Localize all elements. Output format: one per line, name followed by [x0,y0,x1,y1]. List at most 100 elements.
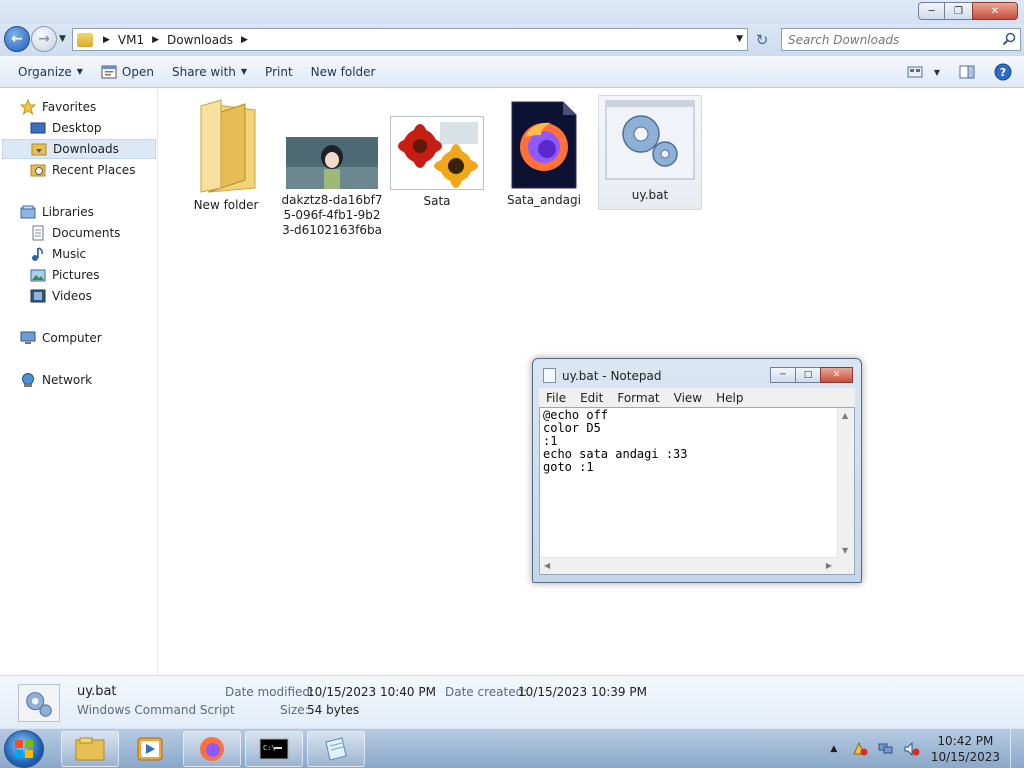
preview-pane-button[interactable] [952,60,982,84]
print-button[interactable]: Print [256,60,302,84]
breadcrumb-separator-icon[interactable]: ▶ [237,35,252,45]
nav-downloads[interactable]: Downloads [2,139,156,159]
file-label: Sata_andagi [507,193,581,207]
explorer-title-bar: ─ ❐ ✕ [0,0,1024,24]
file-item-sata[interactable]: Sata [385,116,489,209]
file-item-sata-andagi[interactable]: Sata_andagi [492,101,596,208]
volume-muted-icon[interactable] [903,740,921,758]
preview-pane-icon [959,65,975,79]
notepad-close-button[interactable]: ✕ [820,367,853,383]
search-box[interactable] [781,28,1021,51]
nav-network[interactable]: Network [2,370,156,390]
organize-button[interactable]: Organize ▼ [9,60,92,84]
search-input[interactable] [788,32,988,47]
taskbar: C:\ ▲ 10:42 PM 10/15/2023 [0,728,1024,768]
taskbar-clock[interactable]: 10:42 PM 10/15/2023 [931,733,1000,765]
notepad-icon [325,737,347,761]
restore-button[interactable]: ❐ [944,2,973,20]
taskbar-notepad-button[interactable] [307,731,365,767]
breadcrumb-vm1[interactable]: VM1 [114,33,148,47]
menu-view[interactable]: View [667,391,709,405]
notepad-maximize-button[interactable]: □ [795,367,821,383]
nav-pictures[interactable]: Pictures [2,265,156,285]
nav-favorites[interactable]: Favorites [2,97,156,117]
chevron-down-icon: ▼ [240,67,248,76]
window-controls: ─ ❐ ✕ [918,2,1018,20]
nav-music[interactable]: Music [2,244,156,264]
taskbar-explorer-button[interactable] [61,731,119,767]
scroll-up-icon[interactable]: ▲ [842,411,848,420]
nav-libraries[interactable]: Libraries [2,202,156,222]
notepad-edit-area[interactable]: @echo off color D5 :1 echo sata andagi :… [539,407,855,575]
open-button[interactable]: Open [92,60,163,84]
notepad-minimize-button[interactable]: ─ [770,367,796,383]
batch-gear-icon [605,100,695,180]
back-button[interactable]: ← [4,26,30,52]
firefox-document-icon [511,101,577,189]
file-item-uy-bat[interactable]: uy.bat [598,95,702,210]
command-prompt-icon: C:\ [259,738,289,760]
nav-documents[interactable]: Documents [2,223,156,243]
nav-label: Documents [52,226,121,240]
view-dropdown-icon[interactable]: ▼ [930,60,944,84]
show-hidden-icons-icon[interactable]: ▲ [825,740,843,758]
star-icon [20,99,36,115]
taskbar-cmd-button[interactable]: C:\ [245,731,303,767]
computer-icon [20,331,36,344]
size-label: Size: [280,703,309,717]
file-label: uy.bat [631,188,669,202]
file-label: Sata [423,194,451,208]
minimize-button[interactable]: ─ [918,2,945,20]
horizontal-scrollbar[interactable]: ◀ ▶ [540,557,838,574]
recent-pages-dropdown-icon[interactable]: ▼ [59,34,66,44]
notepad-window[interactable]: uy.bat - Notepad ─ □ ✕ File Edit Format … [532,358,862,583]
breadcrumb-downloads[interactable]: Downloads [163,33,237,47]
forward-button[interactable]: → [31,26,57,52]
notepad-title-bar[interactable]: uy.bat - Notepad [543,368,661,383]
batch-gear-icon [18,684,60,722]
file-item-new-folder[interactable]: New folder [174,96,278,213]
command-toolbar: Organize ▼ Open Share with ▼ Print New f… [0,56,1024,88]
scroll-left-icon[interactable]: ◀ [544,561,550,570]
menu-edit[interactable]: Edit [573,391,610,405]
notepad-title: uy.bat - Notepad [562,368,662,383]
share-with-button[interactable]: Share with ▼ [163,60,256,84]
menu-help[interactable]: Help [709,391,750,405]
vertical-scrollbar[interactable]: ▲ ▼ [837,408,854,558]
detail-file-name: uy.bat [77,684,117,699]
nav-recent-places[interactable]: Recent Places [2,160,156,180]
windows-logo-icon [15,740,33,758]
documents-icon [32,225,44,241]
address-dropdown-icon[interactable]: ▼ [736,34,743,44]
refresh-button[interactable]: ↻ [750,28,774,51]
open-icon [101,65,117,78]
menu-file[interactable]: File [539,391,573,405]
resize-grip-icon[interactable] [837,557,854,574]
menu-format[interactable]: Format [610,391,666,405]
nav-desktop[interactable]: Desktop [2,118,156,138]
libraries-icon [20,205,36,219]
scroll-right-icon[interactable]: ▶ [826,561,832,570]
breadcrumb-separator-icon[interactable]: ▶ [99,35,114,45]
notepad-icon [543,368,556,383]
start-button[interactable] [4,730,44,768]
nav-computer[interactable]: Computer [2,328,156,348]
change-view-button[interactable] [900,60,930,84]
new-folder-button[interactable]: New folder [302,60,385,84]
search-icon[interactable] [1002,32,1016,46]
taskbar-firefox-button[interactable] [183,731,241,767]
close-button[interactable]: ✕ [972,2,1018,20]
network-status-icon[interactable] [877,740,895,758]
breadcrumb-separator-icon[interactable]: ▶ [148,35,163,45]
help-icon: ? [994,63,1012,81]
organize-label: Organize [18,64,72,79]
scroll-down-icon[interactable]: ▼ [842,546,848,555]
help-button[interactable]: ? [988,60,1018,84]
nav-videos[interactable]: Videos [2,286,156,306]
notepad-text-content[interactable]: @echo off color D5 :1 echo sata andagi :… [543,409,835,557]
taskbar-media-player-button[interactable] [121,731,179,767]
show-desktop-button[interactable] [1010,729,1024,768]
action-center-icon[interactable] [851,740,869,758]
file-item-anime-image[interactable]: dakztz8-da16bf75-096f-4fb1-9b23-d6102163… [280,137,384,238]
address-bar[interactable]: ▶ VM1 ▶ Downloads ▶ ▼ [72,28,748,51]
